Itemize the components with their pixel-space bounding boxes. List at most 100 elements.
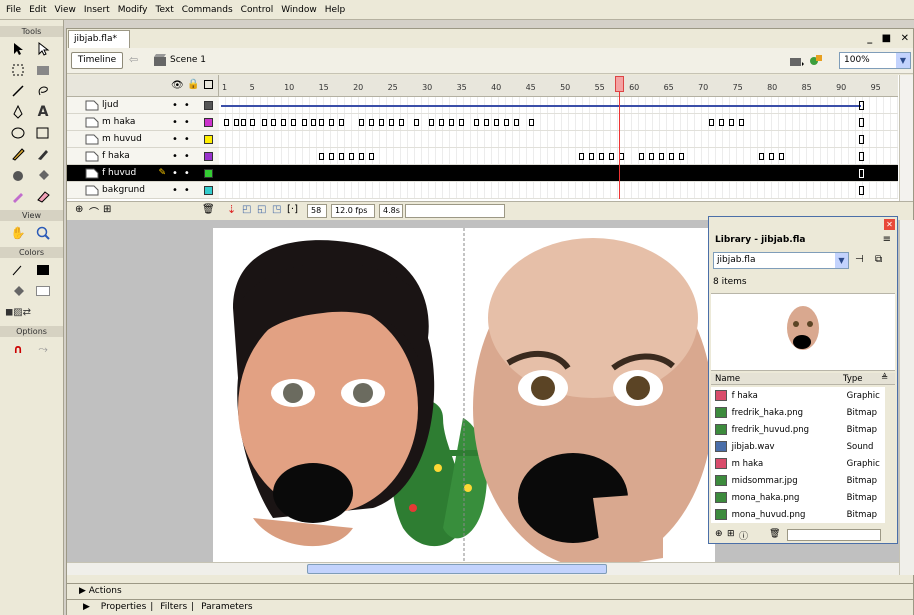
eye-icon[interactable]: 👁 [171, 80, 184, 91]
library-item[interactable]: m haka Graphic [711, 455, 885, 472]
keyframe[interactable] [234, 119, 239, 126]
keyframe[interactable] [399, 119, 404, 126]
oval-tool-icon[interactable] [8, 124, 28, 142]
layer-color-swatch[interactable] [204, 168, 213, 178]
menu-commands[interactable]: Commands [178, 5, 237, 15]
scroll-thumb[interactable] [307, 564, 607, 574]
keyframe[interactable] [281, 119, 286, 126]
snap-magnet-icon[interactable]: ∩ [8, 340, 28, 358]
layer-row[interactable]: f haka •• [67, 148, 219, 165]
keyframe[interactable] [639, 153, 644, 160]
close-icon[interactable]: ✕ [884, 219, 895, 230]
keyframe[interactable] [339, 153, 344, 160]
keyframe[interactable] [439, 119, 444, 126]
menu-window[interactable]: Window [277, 5, 321, 15]
keyframe[interactable] [609, 153, 614, 160]
keyframe[interactable] [379, 119, 384, 126]
delete-icon[interactable]: 🗑 [769, 529, 780, 539]
modify-markers-icon[interactable]: [·] [287, 204, 298, 215]
fill-color-swatch[interactable] [33, 282, 53, 300]
pen-tool-icon[interactable] [8, 103, 28, 121]
center-frame-icon[interactable]: ⇣ [227, 203, 236, 216]
layer-row[interactable]: f huvud ✎ •• [67, 165, 219, 182]
library-item[interactable]: jibjab.wav Sound [711, 438, 885, 455]
add-folder-icon[interactable]: ⊞ [103, 204, 111, 215]
timeline-scrollbar[interactable] [899, 75, 913, 201]
properties-tab[interactable]: Properties [97, 602, 150, 612]
library-titlebar[interactable]: Library - jibjab.fla ≡ [711, 233, 895, 248]
keyframe[interactable] [329, 153, 334, 160]
frame-row[interactable] [219, 182, 898, 199]
keyframe[interactable] [359, 119, 364, 126]
keyframe[interactable] [311, 119, 316, 126]
keyframe[interactable] [429, 119, 434, 126]
frame-row[interactable] [219, 131, 898, 148]
fill-transform-tool-icon[interactable] [33, 61, 53, 79]
keyframe[interactable] [449, 119, 454, 126]
new-folder-icon[interactable]: ⊞ [727, 529, 735, 539]
keyframe[interactable] [579, 153, 584, 160]
parameters-tab[interactable]: Parameters [197, 602, 257, 612]
layer-color-swatch[interactable] [204, 117, 213, 127]
trash-icon[interactable]: 🗑 [202, 204, 215, 215]
keyframe[interactable] [224, 119, 229, 126]
keyframe[interactable] [459, 119, 464, 126]
zoom-select[interactable]: 100% ▼ [839, 52, 911, 69]
subselection-tool-icon[interactable] [33, 40, 53, 58]
timeline-hscroll[interactable] [405, 204, 505, 218]
brush-tool-icon[interactable] [33, 145, 53, 163]
edit-multiple-frames-icon[interactable]: ◳ [272, 204, 281, 215]
library-item[interactable]: fredrik_huvud.png Bitmap [711, 421, 885, 438]
keyframe[interactable] [669, 153, 674, 160]
stage[interactable] [213, 228, 715, 574]
layer-color-swatch[interactable] [204, 100, 213, 110]
keyframe[interactable] [529, 119, 534, 126]
menu-control[interactable]: Control [237, 5, 278, 15]
keyframe[interactable] [250, 119, 255, 126]
stage-horizontal-scrollbar[interactable] [67, 562, 899, 575]
lock-icon[interactable]: 🔒 [187, 79, 199, 90]
eraser-tool-icon[interactable] [33, 187, 53, 205]
menu-help[interactable]: Help [321, 5, 350, 15]
keyframe[interactable] [514, 119, 519, 126]
keyframe[interactable] [319, 153, 324, 160]
outline-icon[interactable] [204, 80, 213, 89]
library-file-select[interactable]: jibjab.fla ▼ [713, 252, 849, 269]
playhead[interactable] [615, 76, 624, 92]
menu-modify[interactable]: Modify [114, 5, 152, 15]
rectangle-tool-icon[interactable] [33, 124, 53, 142]
library-item[interactable]: mona_haka.png Bitmap [711, 489, 885, 506]
frame-row[interactable] [219, 114, 898, 131]
layer-visibility-dots[interactable]: •• [172, 185, 204, 196]
paint-bucket-tool-icon[interactable] [33, 166, 53, 184]
menu-edit[interactable]: Edit [25, 5, 50, 15]
keyframe[interactable] [369, 153, 374, 160]
frame-row[interactable] [219, 148, 898, 165]
keyframe[interactable] [414, 119, 419, 126]
zoom-tool-icon[interactable] [33, 224, 53, 242]
layer-row[interactable]: m haka •• [67, 114, 219, 131]
layer-visibility-dots[interactable]: •• [172, 134, 204, 145]
stroke-color-icon[interactable] [8, 261, 28, 279]
stage-vertical-scrollbar[interactable] [899, 220, 914, 575]
filters-tab[interactable]: Filters [156, 602, 191, 612]
keyframe[interactable] [262, 119, 267, 126]
keyframe[interactable] [339, 119, 344, 126]
stroke-color-swatch[interactable] [33, 261, 53, 279]
actions-panel-bar[interactable]: ▶ Actions [67, 583, 913, 598]
layer-color-swatch[interactable] [204, 151, 213, 161]
type-column-header[interactable]: Type [843, 374, 863, 384]
lasso-tool-icon[interactable] [33, 82, 53, 100]
eyedropper-tool-icon[interactable] [8, 187, 28, 205]
layer-visibility-dots[interactable]: •• [172, 151, 204, 162]
timeline-toggle-button[interactable]: Timeline [71, 52, 123, 69]
keyframe[interactable] [729, 119, 734, 126]
keyframe[interactable] [719, 119, 724, 126]
onion-outline-icon[interactable]: ◱ [257, 204, 266, 215]
scene-label[interactable]: Scene 1 [170, 55, 206, 65]
layer-row[interactable]: ljud •• [67, 97, 219, 114]
onion-skin-icon[interactable]: ◰ [242, 204, 251, 215]
new-symbol-icon[interactable]: ⊕ [715, 529, 723, 539]
selection-tool-icon[interactable] [8, 40, 28, 58]
library-item[interactable]: f haka Graphic [711, 387, 885, 404]
